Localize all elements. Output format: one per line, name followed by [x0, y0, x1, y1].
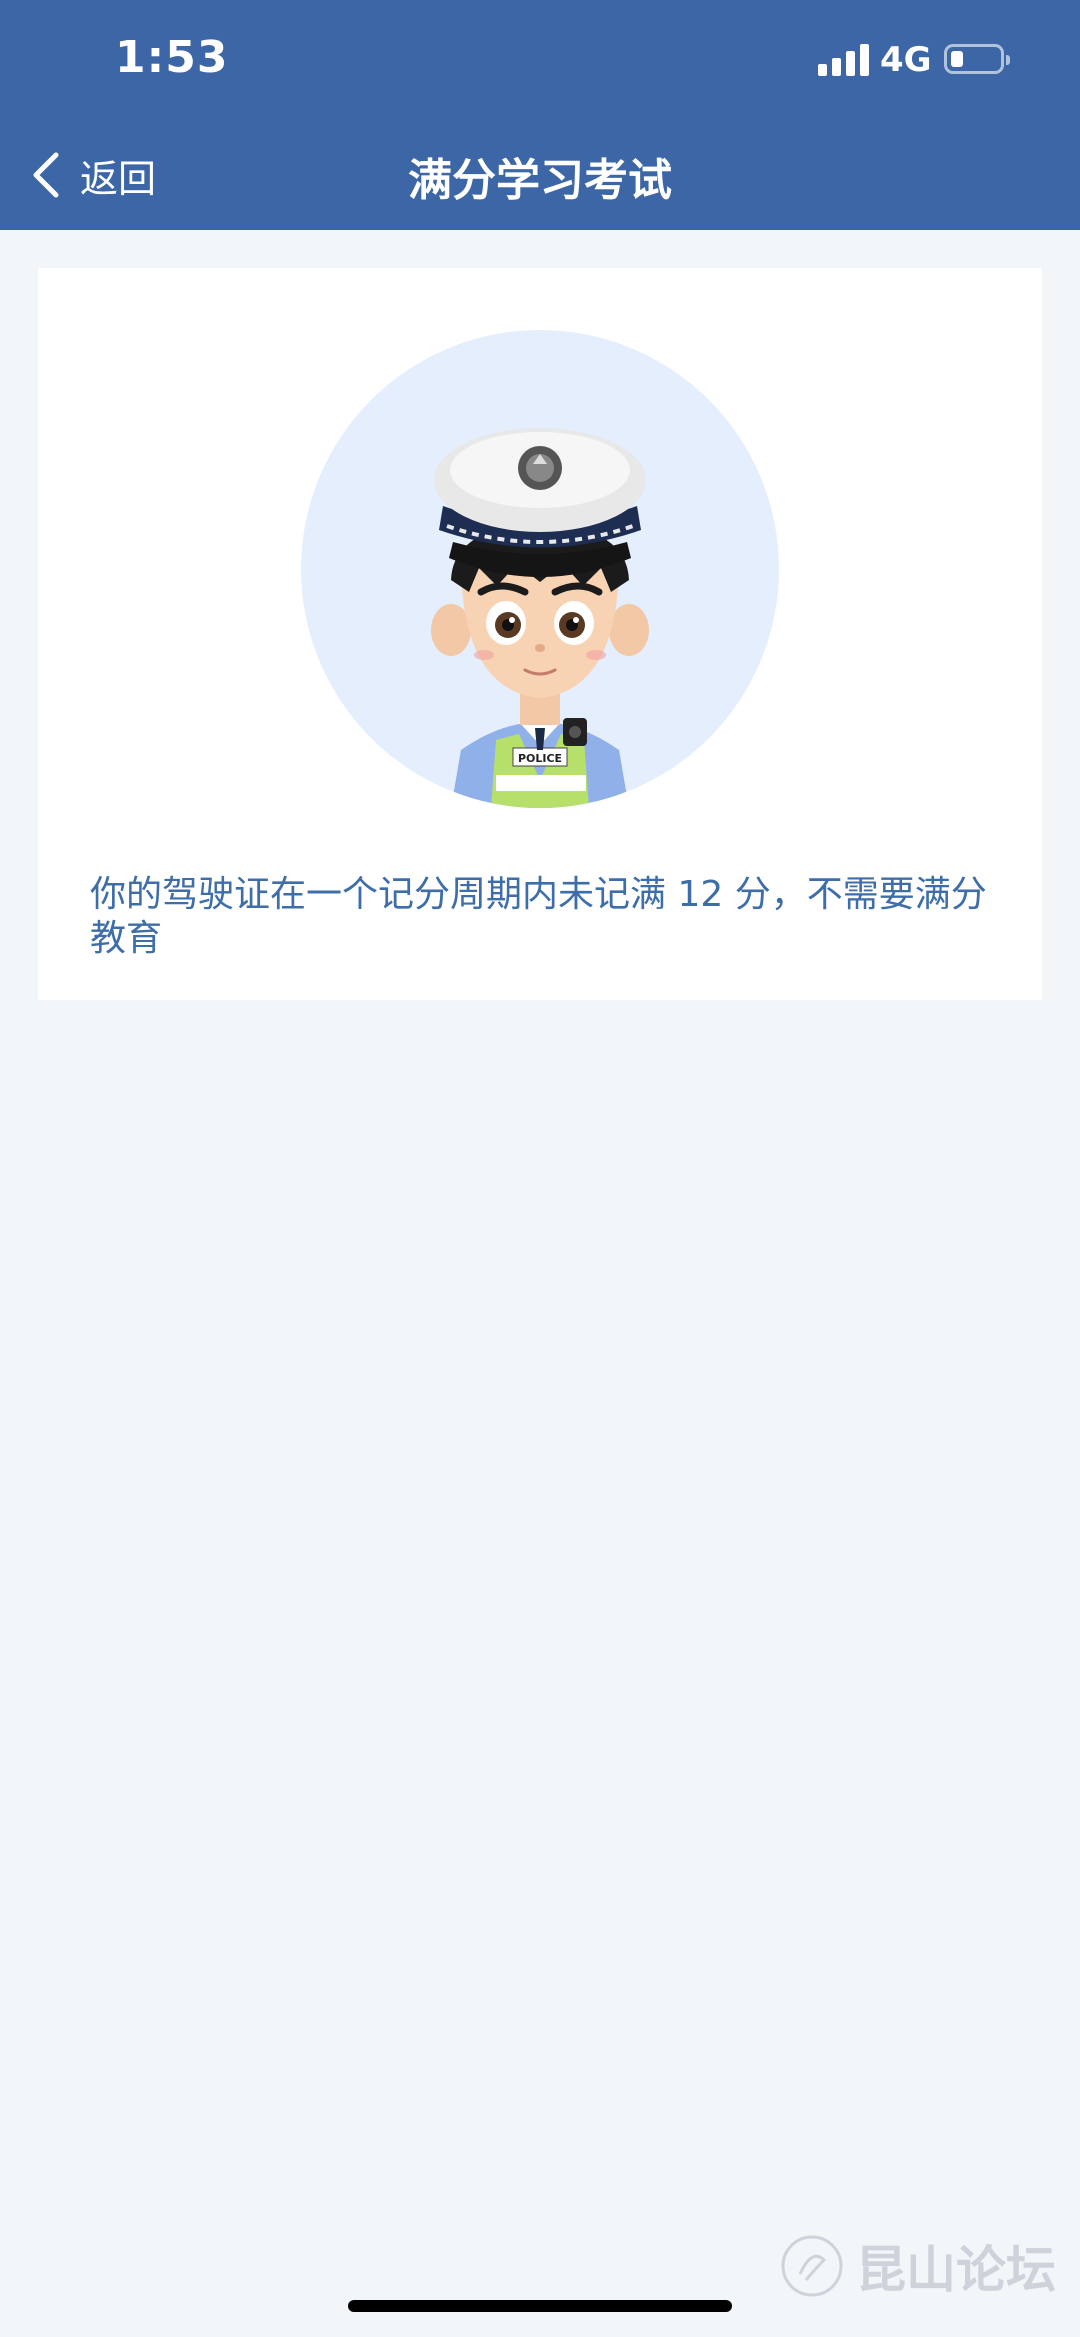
header: 1:53 4G 返回 满分学习考试: [0, 0, 1080, 230]
watermark: 昆山论坛: [780, 2230, 1056, 2302]
result-message: 你的驾驶证在一个记分周期内未记满 12 分，不需要满分教育: [90, 874, 987, 959]
page-title: 满分学习考试: [408, 155, 672, 206]
result-card: POLICE 你的驾驶证在一个记分周期内未记满 12 分，不需要满分教育: [38, 268, 1042, 1000]
battery-icon: [944, 44, 1010, 74]
police-badge-text: POLICE: [518, 752, 562, 765]
police-officer-illustration: POLICE: [431, 428, 649, 808]
police-avatar: POLICE: [301, 330, 779, 808]
network-type: 4G: [880, 40, 932, 80]
signal-icon: [818, 44, 870, 76]
home-indicator[interactable]: [348, 2300, 732, 2312]
watermark-text: 昆山论坛: [856, 2240, 1056, 2299]
status-time: 1:53: [115, 32, 229, 83]
watermark-logo-icon: [781, 2235, 843, 2297]
